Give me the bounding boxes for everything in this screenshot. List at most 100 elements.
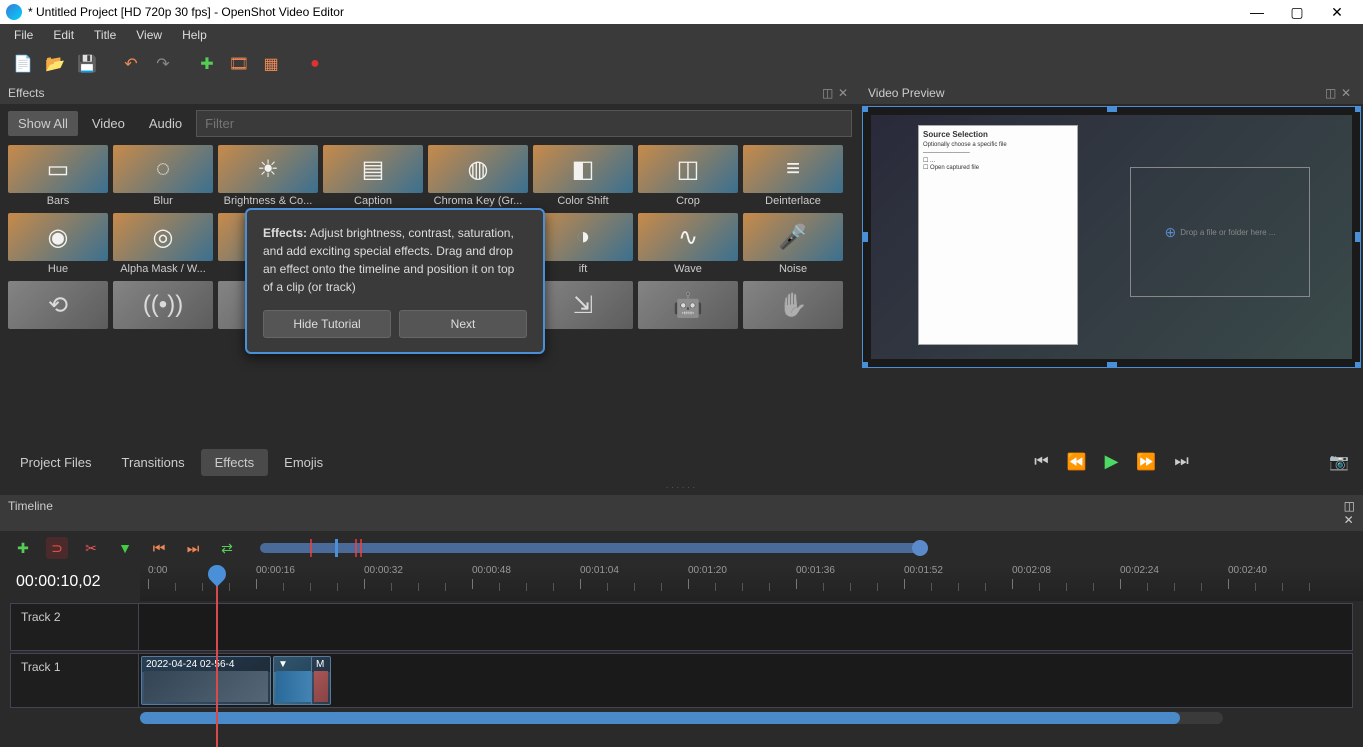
timeline-panel-title: Timeline <box>8 499 53 527</box>
add-track-button[interactable]: ✚ <box>12 537 34 559</box>
save-project-button[interactable]: 💾 <box>72 49 102 79</box>
effect-item[interactable]: ◎Alpha Mask / W... <box>113 213 213 277</box>
fast-forward-button[interactable]: ⏩ <box>1136 452 1156 472</box>
effect-label <box>743 329 843 333</box>
ruler-mark: 00:01:20 <box>688 565 727 576</box>
effect-item[interactable]: ◍Chroma Key (Gr... <box>428 145 528 209</box>
jump-start-button[interactable]: ⏮ <box>1034 453 1048 471</box>
effect-label: Noise <box>743 261 843 277</box>
ruler-mark: 00:02:08 <box>1012 565 1051 576</box>
snap-button[interactable]: ⊃ <box>46 537 68 559</box>
jump-end-button[interactable]: ⏭ <box>1174 453 1188 471</box>
panel-float-icon[interactable]: ◫ <box>1325 86 1339 100</box>
effects-grid[interactable]: ▭Bars◌Blur☀Brightness & Co...▤Caption◍Ch… <box>0 143 860 445</box>
resize-handle[interactable] <box>1107 106 1117 112</box>
filter-video[interactable]: Video <box>82 111 135 136</box>
track-content[interactable]: 2022-04-24 02-56-4 ▼ M <box>139 654 1352 707</box>
scrollbar-thumb[interactable] <box>140 712 1180 724</box>
timeline-clip[interactable]: 2022-04-24 02-56-4 <box>141 656 271 705</box>
track-label[interactable]: Track 2 <box>11 604 139 650</box>
video-preview[interactable]: Source Selection Optionally choose a spe… <box>862 106 1361 368</box>
next-tutorial-button[interactable]: Next <box>399 310 527 338</box>
resize-handle[interactable] <box>862 232 868 242</box>
effect-item[interactable]: ▭Bars <box>8 145 108 209</box>
menu-help[interactable]: Help <box>172 26 217 44</box>
menu-view[interactable]: View <box>126 26 172 44</box>
zoom-slider[interactable] <box>260 543 920 553</box>
effect-label: Caption <box>323 193 423 209</box>
track-row: Track 1 2022-04-24 02-56-4 ▼ M <box>10 653 1353 708</box>
snapshot-button[interactable]: 📷 <box>1329 452 1349 472</box>
menu-file[interactable]: File <box>4 26 43 44</box>
filter-audio[interactable]: Audio <box>139 111 192 136</box>
tab-emojis[interactable]: Emojis <box>270 449 337 476</box>
prev-marker-button[interactable]: ⏮ <box>148 537 170 559</box>
effect-item[interactable]: ⟲ <box>8 281 108 333</box>
menu-edit[interactable]: Edit <box>43 26 84 44</box>
resize-handle[interactable] <box>1355 362 1361 368</box>
track-label[interactable]: Track 1 <box>11 654 139 707</box>
import-files-button[interactable]: ✚ <box>192 49 222 79</box>
filter-show-all[interactable]: Show All <box>8 111 78 136</box>
profile-button[interactable]: 🎞 <box>224 49 254 79</box>
effect-item[interactable]: ▤Caption <box>323 145 423 209</box>
effect-item[interactable]: 🎤Noise <box>743 213 843 277</box>
panel-close-icon[interactable]: ✕ <box>838 86 852 100</box>
resize-handle[interactable] <box>862 106 868 112</box>
splitter-handle[interactable]: ······ <box>0 480 1363 495</box>
window-titlebar: * Untitled Project [HD 720p 30 fps] - Op… <box>0 0 1363 24</box>
timeline-scrollbar[interactable] <box>140 712 1223 724</box>
menu-title[interactable]: Title <box>84 26 126 44</box>
center-playhead-button[interactable]: ⇄ <box>216 537 238 559</box>
add-marker-button[interactable]: ▼ <box>114 537 136 559</box>
panel-close-icon[interactable]: ✕ <box>1344 513 1355 527</box>
panel-close-icon[interactable]: ✕ <box>1341 86 1355 100</box>
track-content[interactable] <box>139 604 1352 650</box>
effect-item[interactable]: ≡Deinterlace <box>743 145 843 209</box>
timeline-clip[interactable]: M <box>311 656 331 705</box>
effect-item[interactable]: ◫Crop <box>638 145 738 209</box>
panel-float-icon[interactable]: ◫ <box>1344 499 1355 513</box>
open-project-button[interactable]: 📂 <box>40 49 70 79</box>
filter-input[interactable] <box>196 110 852 137</box>
timeline-panel-header: Timeline ◫ ✕ <box>0 495 1363 531</box>
effect-item[interactable]: ✋ <box>743 281 843 333</box>
playhead-icon[interactable] <box>204 561 229 586</box>
minimize-button[interactable]: — <box>1237 0 1277 24</box>
effect-item[interactable]: ⇲ <box>533 281 633 333</box>
razor-button[interactable]: ✂ <box>80 537 102 559</box>
export-button[interactable]: ● <box>300 49 330 79</box>
effect-item[interactable]: ((•)) <box>113 281 213 333</box>
effect-label: Chroma Key (Gr... <box>428 193 528 209</box>
close-button[interactable]: ✕ <box>1317 0 1357 24</box>
panel-float-icon[interactable]: ◫ <box>822 86 836 100</box>
play-button[interactable]: ▶ <box>1105 451 1119 472</box>
tab-project-files[interactable]: Project Files <box>6 449 106 476</box>
effect-item[interactable]: 🤖 <box>638 281 738 333</box>
tutorial-tooltip: Effects: Adjust brightness, contrast, sa… <box>245 208 545 354</box>
window-title: * Untitled Project [HD 720p 30 fps] - Op… <box>28 5 1237 19</box>
undo-button[interactable]: ↶ <box>116 49 146 79</box>
resize-handle[interactable] <box>1355 232 1361 242</box>
redo-button[interactable]: ↷ <box>148 49 178 79</box>
zoom-thumb[interactable] <box>912 540 928 556</box>
effect-item[interactable]: ◑ift <box>533 213 633 277</box>
effect-item[interactable]: ∿Wave <box>638 213 738 277</box>
resize-handle[interactable] <box>1355 106 1361 112</box>
timeline-ruler[interactable]: 0:0000:00:1600:00:3200:00:4800:01:0400:0… <box>140 565 1363 601</box>
fullscreen-button[interactable]: ▦ <box>256 49 286 79</box>
rewind-button[interactable]: ⏪ <box>1067 452 1087 472</box>
tab-transitions[interactable]: Transitions <box>108 449 199 476</box>
tab-effects[interactable]: Effects <box>201 449 269 476</box>
effect-item[interactable]: ◌Blur <box>113 145 213 209</box>
hide-tutorial-button[interactable]: Hide Tutorial <box>263 310 391 338</box>
effect-item[interactable]: ◧Color Shift <box>533 145 633 209</box>
resize-handle[interactable] <box>1107 362 1117 368</box>
new-project-button[interactable]: 📄 <box>8 49 38 79</box>
resize-handle[interactable] <box>862 362 868 368</box>
effect-item[interactable]: ☀Brightness & Co... <box>218 145 318 209</box>
next-marker-button[interactable]: ⏭ <box>182 537 204 559</box>
effect-item[interactable]: ◉Hue <box>8 213 108 277</box>
tooltip-title: Effects: <box>263 226 307 240</box>
maximize-button[interactable]: ▢ <box>1277 0 1317 24</box>
